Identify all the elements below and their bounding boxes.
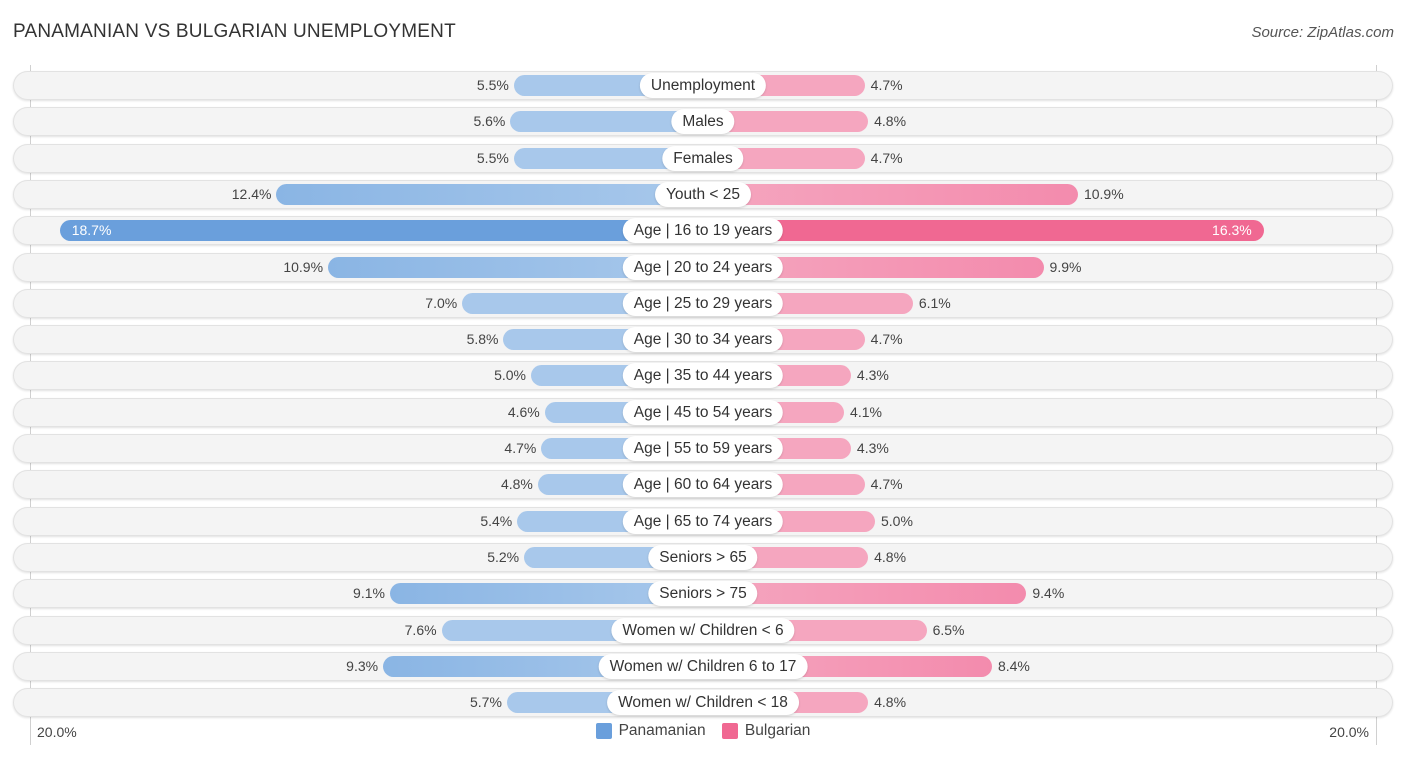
category-label: Age | 60 to 64 years xyxy=(622,472,784,498)
value-label-bulgarian: 8.4% xyxy=(997,657,1030,674)
value-label-bulgarian: 4.7% xyxy=(870,476,903,493)
value-label-panamanian: 10.9% xyxy=(283,258,324,275)
legend-item-bulgarian[interactable]: Bulgarian xyxy=(721,722,811,740)
value-label-bulgarian: 5.0% xyxy=(881,512,913,529)
category-label: Age | 65 to 74 years xyxy=(622,508,784,534)
value-label-panamanian: 4.8% xyxy=(500,476,533,493)
chart-row: 7.0% 6.1% Age | 25 to 29 years xyxy=(13,288,1393,318)
category-label: Age | 20 to 24 years xyxy=(622,254,784,280)
value-label-bulgarian: 16.3% xyxy=(1212,222,1252,239)
value-label-bulgarian: 4.8% xyxy=(874,694,907,711)
value-label-panamanian: 12.4% xyxy=(231,185,272,202)
category-label: Youth < 25 xyxy=(655,181,751,207)
chart-row: 5.6% 4.8% Males xyxy=(13,107,1393,137)
category-label: Age | 55 to 59 years xyxy=(622,436,784,461)
value-label-bulgarian: 6.5% xyxy=(932,621,965,638)
chart-row: 4.6% 4.1% Age | 45 to 54 years xyxy=(13,397,1393,427)
value-label-panamanian: 5.5% xyxy=(476,77,509,93)
chart-row: 5.7% 4.8% Women w/ Children < 18 xyxy=(13,688,1393,718)
chart-row: 12.4% 10.9% Youth < 25 xyxy=(13,179,1393,209)
chart-row: 18.7% 16.3% Age | 16 to 19 years xyxy=(13,216,1393,246)
value-label-panamanian: 7.0% xyxy=(425,294,458,311)
value-label-panamanian: 5.7% xyxy=(470,694,502,711)
legend-swatch-panamanian xyxy=(595,723,612,739)
category-label: Age | 16 to 19 years xyxy=(622,218,784,244)
value-label-panamanian: 9.1% xyxy=(353,585,385,602)
value-label-bulgarian: 4.7% xyxy=(870,149,903,166)
value-label-panamanian: 5.5% xyxy=(476,149,509,166)
category-label: Women w/ Children < 18 xyxy=(607,690,799,716)
category-label: Seniors > 65 xyxy=(648,544,758,570)
chart-row: 5.0% 4.3% Age | 35 to 44 years xyxy=(13,361,1393,391)
legend-label-bulgarian: Bulgarian xyxy=(744,722,811,739)
source-label: Source: ZipAtlas.com xyxy=(1251,24,1394,41)
category-label: Women w/ Children 6 to 17 xyxy=(598,653,808,679)
chart-row: 5.4% 5.0% Age | 65 to 74 years xyxy=(13,506,1393,536)
value-label-bulgarian: 4.8% xyxy=(874,548,907,565)
value-label-panamanian: 5.4% xyxy=(480,512,513,529)
legend: Panamanian Bulgarian xyxy=(0,722,1406,744)
legend-swatch-bulgarian xyxy=(721,723,738,739)
value-label-bulgarian: 4.8% xyxy=(874,113,907,130)
category-label: Age | 25 to 29 years xyxy=(622,290,784,316)
value-label-bulgarian: 4.7% xyxy=(870,77,903,93)
bar-bulgarian[interactable] xyxy=(703,183,1078,205)
legend-item-panamanian[interactable]: Panamanian xyxy=(595,722,706,740)
value-label-panamanian: 9.3% xyxy=(346,657,379,674)
chart-row: 10.9% 9.9% Age | 20 to 24 years xyxy=(13,252,1393,282)
value-label-bulgarian: 4.7% xyxy=(870,331,903,348)
category-label: Unemployment xyxy=(639,73,767,98)
category-label: Age | 45 to 54 years xyxy=(622,399,784,425)
value-label-panamanian: 5.2% xyxy=(487,548,520,565)
value-label-panamanian: 5.6% xyxy=(473,113,506,130)
chart-row: 4.8% 4.7% Age | 60 to 64 years xyxy=(13,470,1393,500)
category-label: Males xyxy=(671,109,735,135)
value-label-panamanian: 5.0% xyxy=(494,367,526,384)
chart-row: 5.8% 4.7% Age | 30 to 34 years xyxy=(13,325,1393,355)
category-label: Seniors > 75 xyxy=(648,581,758,607)
chart-row: 9.1% 9.4% Seniors > 75 xyxy=(13,579,1393,609)
value-label-panamanian: 18.7% xyxy=(71,222,112,239)
category-label: Age | 30 to 34 years xyxy=(622,327,784,353)
bar-bulgarian[interactable] xyxy=(703,220,1264,242)
bar-panamanian[interactable] xyxy=(59,220,703,242)
value-label-bulgarian: 4.1% xyxy=(850,403,882,420)
value-label-panamanian: 4.6% xyxy=(507,403,540,420)
legend-label-panamanian: Panamanian xyxy=(618,722,706,739)
value-label-bulgarian: 9.9% xyxy=(1049,258,1082,275)
value-label-bulgarian: 6.1% xyxy=(918,294,951,311)
value-label-panamanian: 5.8% xyxy=(466,331,499,348)
category-label: Women w/ Children < 6 xyxy=(611,617,795,643)
value-label-bulgarian: 4.3% xyxy=(856,440,889,456)
chart-row: 4.7% 4.3% Age | 55 to 59 years xyxy=(13,434,1393,463)
chart-row: 5.5% 4.7% Females xyxy=(13,143,1393,173)
bar-panamanian[interactable] xyxy=(276,183,703,205)
value-label-panamanian: 7.6% xyxy=(404,621,437,638)
chart-title: PANAMANIAN VS BULGARIAN UNEMPLOYMENT xyxy=(13,21,456,42)
chart-row: 5.5% 4.7% Unemployment xyxy=(13,71,1393,100)
category-label: Females xyxy=(662,145,744,171)
chart-row: 5.2% 4.8% Seniors > 65 xyxy=(13,542,1393,572)
value-label-bulgarian: 9.4% xyxy=(1032,585,1065,602)
chart-row: 9.3% 8.4% Women w/ Children 6 to 17 xyxy=(13,651,1393,681)
chart-row: 7.6% 6.5% Women w/ Children < 6 xyxy=(13,615,1393,645)
value-label-bulgarian: 4.3% xyxy=(856,367,889,384)
value-label-bulgarian: 10.9% xyxy=(1083,185,1124,202)
value-label-panamanian: 4.7% xyxy=(504,440,537,456)
category-label: Age | 35 to 44 years xyxy=(622,363,784,389)
